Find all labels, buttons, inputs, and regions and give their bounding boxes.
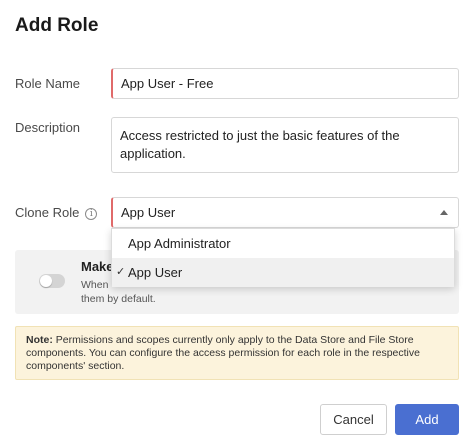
dropdown-option-app-administrator[interactable]: App Administrator — [112, 229, 454, 258]
clone-role-value: App User — [121, 205, 176, 220]
make-default-desc-part2: them by default. — [81, 293, 156, 305]
description-value: Access restricted to just the basic feat… — [120, 128, 400, 161]
note-text: Permissions and scopes currently only ap… — [26, 334, 420, 372]
add-button[interactable]: Add — [395, 404, 459, 435]
cancel-button[interactable]: Cancel — [320, 404, 387, 435]
dropdown-option-app-user[interactable]: ✓ App User — [112, 258, 454, 287]
note-prefix: Note: — [26, 334, 53, 346]
description-textarea[interactable]: Access restricted to just the basic feat… — [111, 117, 459, 173]
info-icon[interactable]: i — [85, 208, 98, 220]
make-default-desc-part1: When — [81, 279, 109, 291]
option-label: App Administrator — [128, 236, 231, 251]
description-label: Description — [15, 120, 81, 135]
dialog-title: Add Role — [15, 15, 99, 36]
clone-role-label: Clone Role i — [15, 205, 98, 220]
caret-up-icon — [440, 210, 448, 215]
make-default-toggle[interactable] — [39, 274, 65, 288]
clone-role-dropdown: App Administrator ✓ App User — [111, 228, 455, 287]
clone-role-label-text: Clone Role — [15, 205, 80, 220]
clone-role-select[interactable]: App User — [111, 197, 459, 228]
role-name-input[interactable]: App User - Free — [111, 68, 459, 99]
note-box: Note: Permissions and scopes currently o… — [15, 326, 459, 380]
option-label: App User — [128, 265, 183, 280]
toggle-knob — [40, 275, 52, 287]
role-name-value: App User - Free — [121, 76, 214, 91]
role-name-label: Role Name — [15, 76, 81, 91]
make-default-title: Make — [81, 259, 114, 274]
checkmark-icon: ✓ — [116, 266, 126, 278]
